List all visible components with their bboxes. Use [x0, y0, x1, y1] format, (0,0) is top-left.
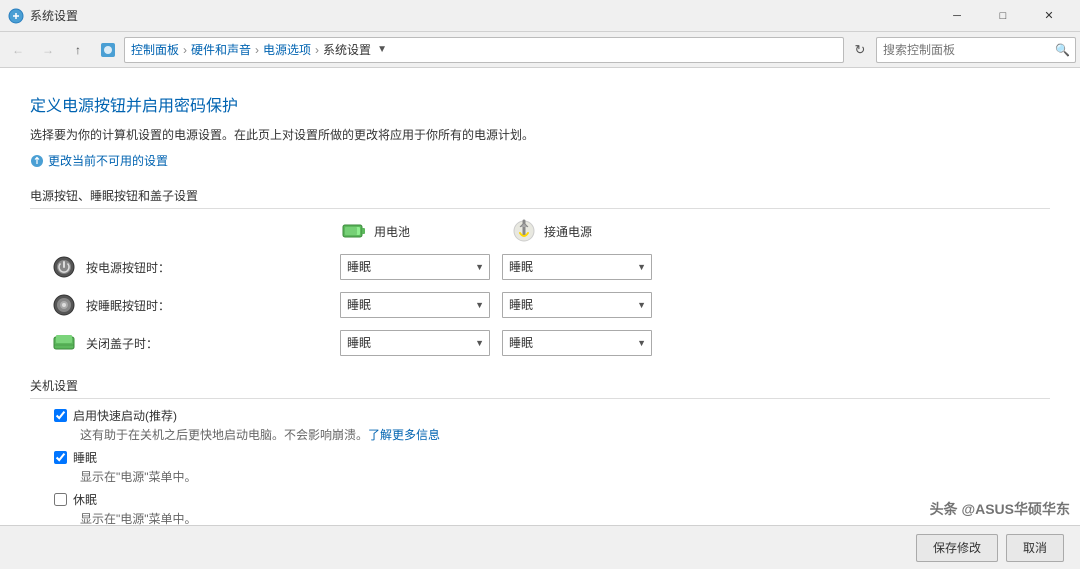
search-wrap: 🔍 — [876, 37, 1076, 63]
titlebar-controls: ─ □ ✕ — [934, 0, 1072, 32]
fast-startup-row: 启用快速启动(推荐) — [30, 407, 1050, 424]
save-button[interactable]: 保存修改 — [916, 534, 998, 562]
ac-sleep-dropdown[interactable]: 睡眠 不采取任何操作 休眠 关机 — [502, 292, 652, 318]
breadcrumb-part-1[interactable]: 控制面板 — [131, 41, 179, 58]
battery-lid-dropdown[interactable]: 睡眠 不采取任何操作 休眠 关机 — [340, 330, 490, 356]
breadcrumb-bar: 控制面板 › 硬件和声音 › 电源选项 › 系统设置 ▼ — [124, 37, 844, 63]
sleep-button-icon — [50, 291, 78, 319]
fast-startup-desc: 这有助于在关机之后更快地启动电脑。不会影响崩溃。了解更多信息 — [30, 426, 1050, 443]
battery-power-dropdown[interactable]: 睡眠 不采取任何操作 休眠 关机 — [340, 254, 490, 280]
power-button-row: 按电源按钮时： 睡眠 不采取任何操作 休眠 关机 睡眠 不采取任何操作 休眠 关… — [30, 253, 1050, 281]
up-button[interactable]: ↑ — [64, 36, 92, 64]
sleep-checkbox-row: 睡眠 — [30, 449, 1050, 466]
lid-label: 关闭盖子时： — [86, 335, 158, 352]
page-title: 定义电源按钮并启用密码保护 — [30, 92, 1050, 116]
search-input[interactable] — [876, 37, 1076, 63]
titlebar-title: 系统设置 — [30, 7, 934, 24]
ac-power-dropdown[interactable]: 睡眠 不采取任何操作 休眠 关机 — [502, 254, 652, 280]
breadcrumb-part-2[interactable]: 硬件和声音 — [191, 41, 251, 58]
footer: 保存修改 取消 — [0, 525, 1080, 569]
power-settings-table: 用电池 接通电源 — [30, 217, 1050, 357]
power-header-row: 用电池 接通电源 — [30, 217, 1050, 245]
titlebar-icon — [8, 8, 24, 24]
hibernate-checkbox-label[interactable]: 休眠 — [73, 491, 97, 508]
page-desc: 选择要为你的计算机设置的电源设置。在此页上对设置所做的更改将应用于你所有的电源计… — [30, 126, 1050, 144]
battery-power-dropdown-wrap: 睡眠 不采取任何操作 休眠 关机 — [340, 254, 490, 280]
close-button[interactable]: ✕ — [1026, 0, 1072, 32]
section1-title: 电源按钮、睡眠按钮和盖子设置 — [30, 187, 1050, 209]
fast-startup-checkbox[interactable] — [54, 409, 67, 422]
shutdown-title: 关机设置 — [30, 377, 1050, 399]
sleep-checkbox-label[interactable]: 睡眠 — [73, 449, 97, 466]
sleep-checkbox-desc: 显示在"电源"菜单中。 — [30, 468, 1050, 485]
hibernate-checkbox[interactable] — [54, 493, 67, 506]
fast-startup-link[interactable]: 了解更多信息 — [368, 428, 440, 442]
hibernate-checkbox-desc: 显示在"电源"菜单中。 — [30, 510, 1050, 525]
battery-lid-dropdown-wrap: 睡眠 不采取任何操作 休眠 关机 — [340, 330, 490, 356]
refresh-button[interactable]: ↻ — [846, 36, 874, 64]
main-content: 定义电源按钮并启用密码保护 选择要为你的计算机设置的电源设置。在此页上对设置所做… — [0, 68, 1080, 525]
sleep-checkbox[interactable] — [54, 451, 67, 464]
ac-lid-dropdown-wrap: 睡眠 不采取任何操作 休眠 关机 — [502, 330, 652, 356]
breadcrumb-icon — [94, 36, 122, 64]
minimize-button[interactable]: ─ — [934, 0, 980, 32]
addressbar: ← → ↑ 控制面板 › 硬件和声音 › 电源选项 › 系统设置 ▼ ↻ 🔍 — [0, 32, 1080, 68]
hibernate-checkbox-row: 休眠 — [30, 491, 1050, 508]
breadcrumb-part-4: 系统设置 — [323, 41, 371, 58]
shutdown-section: 关机设置 启用快速启动(推荐) 这有助于在关机之后更快地启动电脑。不会影响崩溃。… — [30, 377, 1050, 525]
cancel-button[interactable]: 取消 — [1006, 534, 1064, 562]
back-button[interactable]: ← — [4, 36, 32, 64]
forward-button[interactable]: → — [34, 36, 62, 64]
power-button-label: 按电源按钮时： — [86, 259, 170, 276]
battery-sleep-dropdown-wrap: 睡眠 不采取任何操作 休眠 关机 — [340, 292, 490, 318]
sleep-button-label: 按睡眠按钮时： — [86, 297, 170, 314]
breadcrumb-dropdown[interactable]: ▼ — [373, 38, 391, 62]
fast-startup-label[interactable]: 启用快速启动(推荐) — [73, 407, 177, 424]
ac-sleep-dropdown-wrap: 睡眠 不采取任何操作 休眠 关机 — [502, 292, 652, 318]
plug-icon — [510, 217, 538, 245]
settings-link[interactable]: 更改当前不可用的设置 — [30, 152, 1050, 169]
maximize-button[interactable]: □ — [980, 0, 1026, 32]
battery-sleep-dropdown[interactable]: 睡眠 不采取任何操作 休眠 关机 — [340, 292, 490, 318]
lid-icon — [50, 329, 78, 357]
breadcrumb-part-3[interactable]: 电源选项 — [263, 41, 311, 58]
battery-icon — [340, 217, 368, 245]
power-button-icon — [50, 253, 78, 281]
ac-header: 接通电源 — [510, 217, 680, 245]
ac-lid-dropdown[interactable]: 睡眠 不采取任何操作 休眠 关机 — [502, 330, 652, 356]
ac-power-dropdown-wrap: 睡眠 不采取任何操作 休眠 关机 — [502, 254, 652, 280]
lid-row: 关闭盖子时： 睡眠 不采取任何操作 休眠 关机 睡眠 不采取任何操作 休眠 关机 — [30, 329, 1050, 357]
sleep-button-row: 按睡眠按钮时： 睡眠 不采取任何操作 休眠 关机 睡眠 不采取任何操作 休眠 关… — [30, 291, 1050, 319]
battery-header: 用电池 — [340, 217, 510, 245]
titlebar: 系统设置 ─ □ ✕ — [0, 0, 1080, 32]
